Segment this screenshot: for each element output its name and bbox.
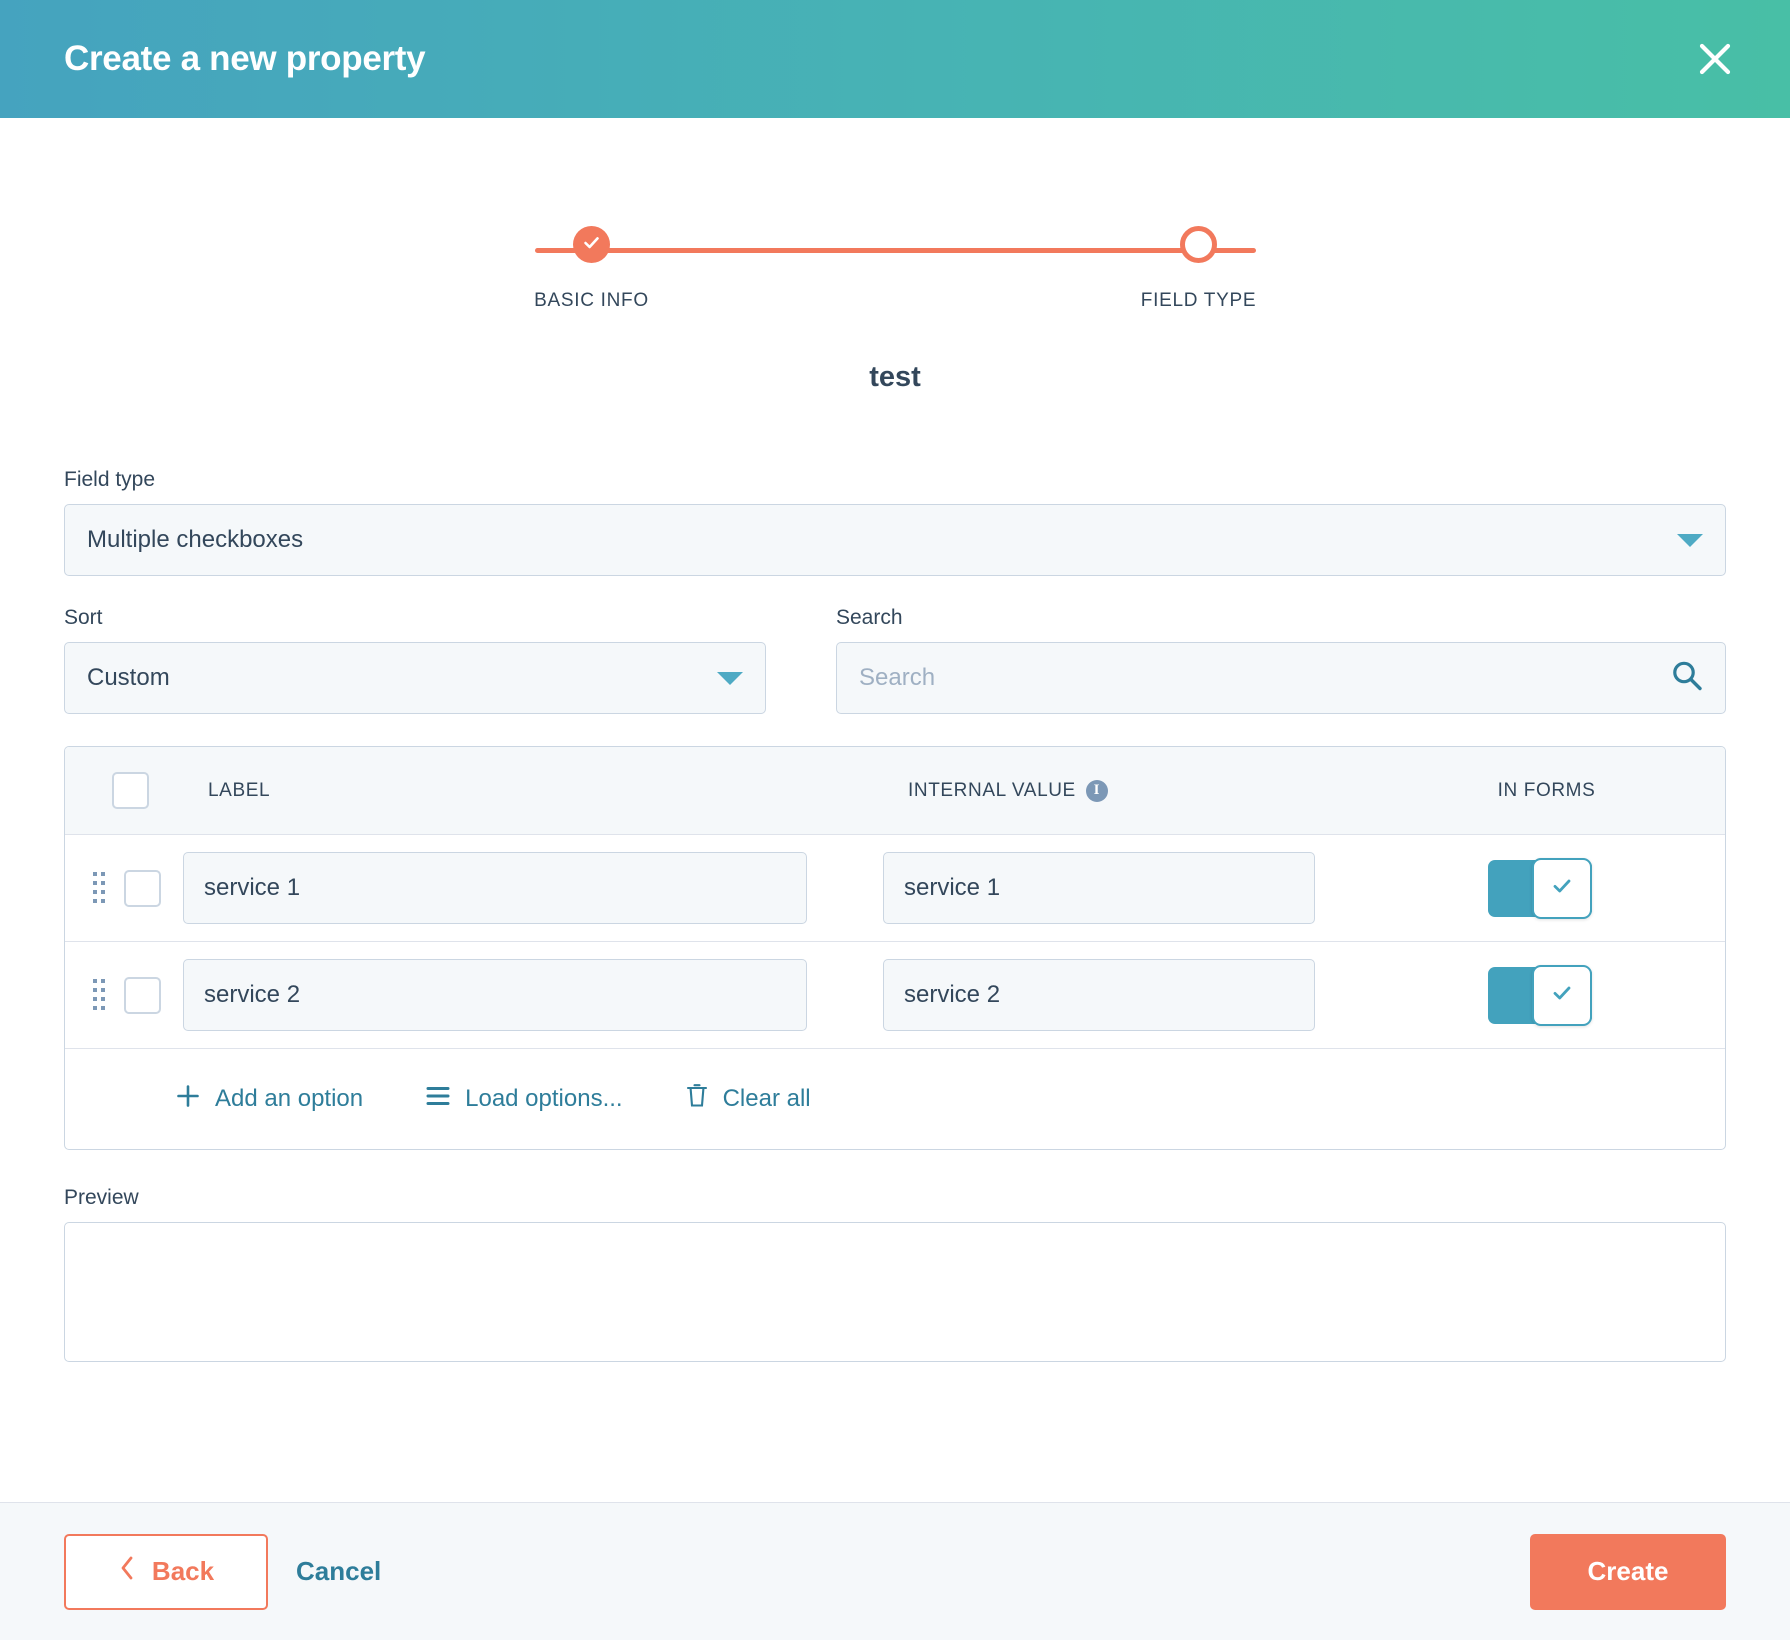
modal-body: BASIC INFO FIELD TYPE test Field type Mu… (0, 118, 1790, 1502)
column-header-in-forms: IN FORMS (1497, 779, 1596, 801)
column-header-label: LABEL (208, 779, 271, 801)
chevron-left-icon (118, 1554, 136, 1589)
sort-value: Custom (87, 664, 170, 691)
row-label-cell (183, 852, 883, 924)
options-table: LABEL INTERNAL VALUE i IN FORMS (64, 746, 1726, 1150)
property-name: test (869, 361, 921, 393)
row-internal-value-cell (883, 959, 1355, 1031)
modal-title: Create a new property (64, 39, 426, 78)
check-icon (1549, 980, 1575, 1011)
load-options-label: Load options... (465, 1085, 623, 1112)
add-option-button[interactable]: Add an option (175, 1083, 363, 1116)
load-options-button[interactable]: Load options... (425, 1085, 623, 1114)
select-all-cell (112, 772, 208, 809)
row-label-cell (183, 959, 883, 1031)
drag-handle[interactable] (87, 868, 112, 908)
row-checkbox[interactable] (124, 869, 161, 907)
row-in-forms-cell (1355, 964, 1725, 1026)
row-internal-value-input[interactable] (883, 852, 1315, 924)
row-label-input[interactable] (183, 852, 807, 924)
field-type-group: Field type Multiple checkboxes (64, 468, 1726, 576)
back-button[interactable]: Back (64, 1533, 268, 1610)
field-type-select[interactable]: Multiple checkboxes (64, 504, 1726, 576)
check-icon (581, 232, 602, 258)
add-option-label: Add an option (215, 1085, 364, 1112)
row-label-input[interactable] (183, 959, 807, 1031)
in-forms-toggle[interactable] (1488, 964, 1592, 1026)
search-input[interactable] (836, 642, 1726, 714)
toggle-knob (1532, 857, 1592, 919)
close-icon (1694, 38, 1736, 80)
search-icon[interactable] (1670, 659, 1704, 698)
clear-all-button[interactable]: Clear all (685, 1082, 811, 1116)
back-button-label: Back (151, 1556, 215, 1586)
select-all-checkbox[interactable] (112, 772, 149, 809)
info-icon[interactable]: i (1085, 779, 1108, 802)
toggle-knob (1532, 964, 1592, 1026)
step-field-type-label: FIELD TYPE (1140, 290, 1257, 311)
list-icon (425, 1085, 451, 1114)
field-type-label: Field type (64, 468, 156, 491)
drag-handle[interactable] (87, 975, 112, 1015)
row-select-cell (112, 869, 183, 907)
search-group: Search (836, 606, 1726, 714)
in-forms-toggle[interactable] (1488, 857, 1592, 919)
search-label: Search (836, 606, 903, 629)
row-checkbox[interactable] (124, 976, 161, 1014)
step-field-type-circle (1180, 226, 1217, 263)
step-basic-info-label: BASIC INFO (534, 290, 649, 311)
create-property-modal: Create a new property BASIC INFO FIELD T… (0, 0, 1790, 1640)
column-header-internal-value: INTERNAL VALUE i (908, 779, 1368, 802)
row-internal-value-cell (883, 852, 1355, 924)
options-actions: Add an option Load options... Clear all (65, 1049, 1725, 1149)
row-select-cell (112, 976, 183, 1014)
modal-header: Create a new property (0, 0, 1790, 118)
preview-group: Preview (64, 1186, 1726, 1362)
step-basic-info-circle (573, 226, 610, 263)
create-button[interactable]: Create (1530, 1533, 1726, 1610)
sort-select[interactable]: Custom (64, 642, 766, 714)
table-row (65, 942, 1725, 1049)
column-header-internal-value-text: INTERNAL VALUE (908, 779, 1076, 801)
chevron-down-icon (717, 671, 743, 685)
step-field-type[interactable]: FIELD TYPE (1104, 226, 1294, 312)
preview-box (64, 1222, 1726, 1362)
modal-footer: Back Cancel Create (0, 1502, 1790, 1640)
table-row (65, 835, 1725, 942)
trash-icon (685, 1082, 709, 1116)
row-in-forms-cell (1355, 857, 1725, 919)
step-basic-info[interactable]: BASIC INFO (497, 226, 687, 312)
stepper: BASIC INFO FIELD TYPE (64, 226, 1726, 312)
check-icon (1549, 873, 1575, 904)
clear-all-label: Clear all (722, 1085, 811, 1112)
chevron-down-icon (1677, 533, 1703, 547)
close-button[interactable] (1686, 30, 1744, 88)
sort-label: Sort (64, 606, 103, 629)
plus-icon (175, 1083, 201, 1116)
row-internal-value-input[interactable] (883, 959, 1315, 1031)
options-table-header: LABEL INTERNAL VALUE i IN FORMS (65, 747, 1725, 835)
preview-label: Preview (64, 1186, 139, 1209)
sort-group: Sort Custom (64, 606, 766, 714)
cancel-button[interactable]: Cancel (296, 1556, 381, 1587)
sort-search-row: Sort Custom Search (64, 606, 1726, 714)
field-type-value: Multiple checkboxes (87, 526, 304, 553)
